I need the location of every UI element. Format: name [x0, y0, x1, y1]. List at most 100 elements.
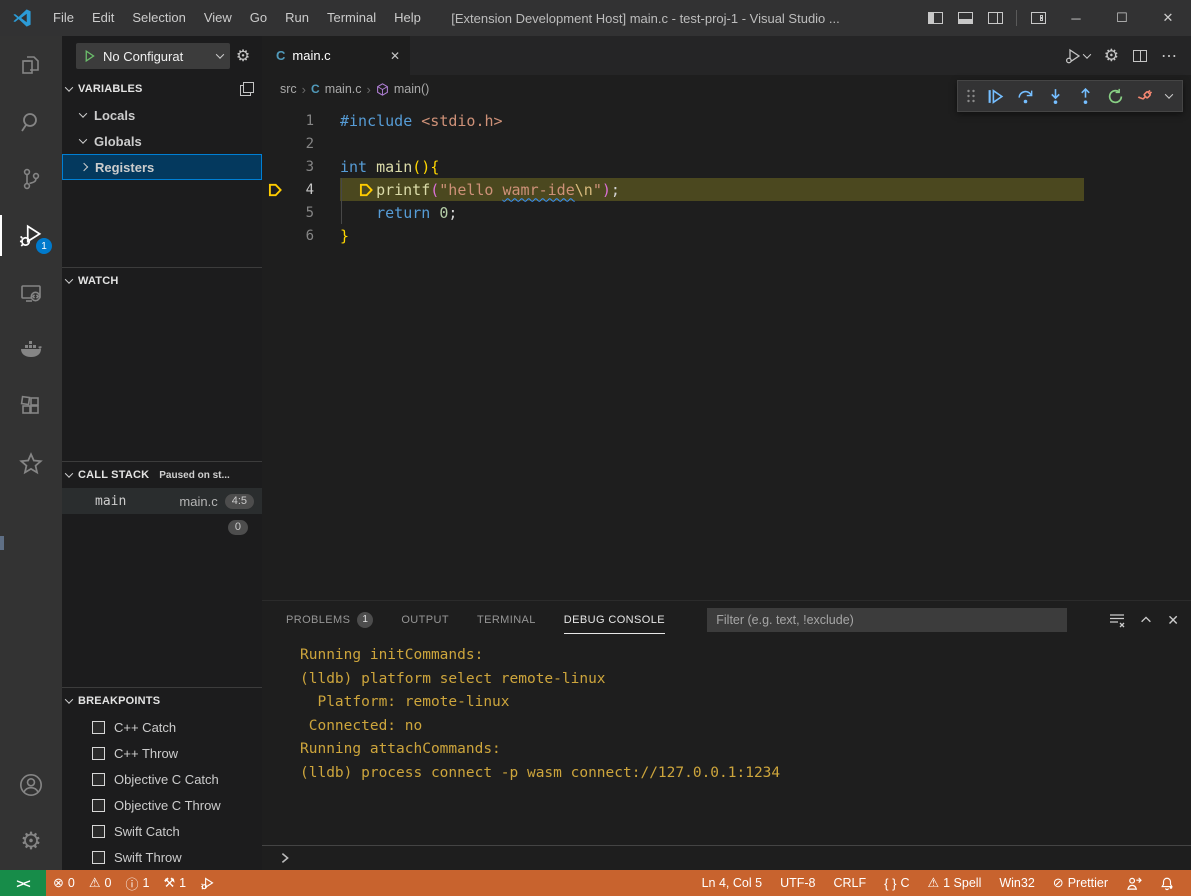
status-debug[interactable] — [193, 870, 222, 896]
clear-console-icon[interactable] — [1109, 612, 1125, 628]
continue-button[interactable] — [982, 83, 1008, 109]
debug-console-input[interactable] — [262, 845, 1191, 870]
variables-header[interactable]: VARIABLES — [62, 76, 262, 102]
variables-item-locals[interactable]: Locals — [62, 102, 262, 128]
watch-header[interactable]: WATCH — [62, 268, 262, 294]
breakpoint-checkbox[interactable] — [92, 747, 105, 760]
stack-frame-row[interactable]: main main.c 4:5 — [62, 488, 262, 514]
more-actions-icon[interactable]: ⋯ — [1161, 46, 1177, 66]
debug-current-frame-icon[interactable] — [262, 183, 288, 197]
breakpoints-header[interactable]: BREAKPOINTS — [62, 688, 262, 714]
step-into-button[interactable] — [1042, 83, 1068, 109]
code-line-5[interactable]: 5 return 0; — [262, 201, 1191, 224]
menu-help[interactable]: Help — [385, 0, 430, 36]
breakpoint-checkbox[interactable] — [92, 799, 105, 812]
menu-view[interactable]: View — [195, 0, 241, 36]
disconnect-button[interactable] — [1132, 83, 1158, 109]
launch-json-gear-icon[interactable]: ⚙ — [230, 46, 256, 66]
breakpoint-checkbox[interactable] — [92, 721, 105, 734]
maximize-button[interactable]: ☐ — [1099, 0, 1145, 36]
tab-close-icon[interactable]: ✕ — [390, 49, 400, 63]
panel-tab-terminal[interactable]: TERMINAL — [477, 601, 536, 639]
code-editor[interactable]: 1#include <stdio.h>23int main(){4 printf… — [262, 103, 1191, 600]
code-line-2[interactable]: 2 — [262, 132, 1191, 155]
copy-icon[interactable] — [240, 82, 254, 96]
breakpoint-row[interactable]: Objective C Throw — [62, 792, 262, 818]
toggle-panel-icon[interactable] — [950, 0, 980, 36]
breakpoint-row[interactable]: C++ Catch — [62, 714, 262, 740]
step-out-button[interactable] — [1072, 83, 1098, 109]
console-filter-input[interactable] — [708, 613, 1066, 627]
breakpoint-checkbox[interactable] — [92, 825, 105, 838]
code-line-1[interactable]: 1#include <stdio.h> — [262, 109, 1191, 132]
code-line-4[interactable]: 4 printf("hello wamr-ide\n"); — [262, 178, 1191, 201]
menu-run[interactable]: Run — [276, 0, 318, 36]
explorer-icon[interactable] — [0, 36, 62, 93]
search-icon[interactable] — [0, 93, 62, 150]
status-info[interactable]: ⓘ1 — [118, 870, 156, 896]
status-feedback[interactable] — [1117, 870, 1151, 896]
editor-gear-icon[interactable]: ⚙ — [1104, 47, 1119, 64]
menu-terminal[interactable]: Terminal — [318, 0, 385, 36]
toggle-sidebar-icon[interactable] — [920, 0, 950, 36]
menu-go[interactable]: Go — [241, 0, 276, 36]
star-extension-icon[interactable] — [0, 435, 62, 492]
thread-row[interactable]: 0 — [62, 514, 262, 540]
status-cursor-position[interactable]: Ln 4, Col 5 — [693, 870, 771, 896]
toolbar-gripper[interactable] — [964, 83, 978, 109]
status-notifications[interactable] — [1151, 870, 1183, 896]
panel-tab-problems[interactable]: PROBLEMS1 — [286, 601, 373, 639]
panel-tab-debug-console[interactable]: DEBUG CONSOLE — [564, 601, 665, 639]
source-control-icon[interactable] — [0, 150, 62, 207]
variables-item-globals[interactable]: Globals — [62, 128, 262, 154]
panel-tab-output[interactable]: OUTPUT — [401, 601, 449, 639]
close-button[interactable]: ✕ — [1145, 0, 1191, 36]
menu-edit[interactable]: Edit — [83, 0, 123, 36]
breakpoint-row[interactable]: Objective C Catch — [62, 766, 262, 792]
breakpoint-checkbox[interactable] — [92, 851, 105, 864]
toggle-secondary-sidebar-icon[interactable] — [980, 0, 1010, 36]
docker-icon[interactable] — [0, 321, 62, 378]
call-stack-header[interactable]: CALL STACK Paused on st... — [62, 462, 262, 488]
run-and-debug-icon[interactable]: 1 — [0, 207, 62, 264]
breakpoint-row[interactable]: Swift Throw — [62, 844, 262, 870]
step-over-button[interactable] — [1012, 83, 1038, 109]
remote-indicator[interactable]: >< — [0, 870, 46, 896]
code-line-3[interactable]: 3int main(){ — [262, 155, 1191, 178]
breakpoint-row[interactable]: C++ Throw — [62, 740, 262, 766]
inline-breakpoint-icon[interactable] — [359, 183, 374, 197]
launch-configuration-dropdown[interactable]: No Configurat — [76, 43, 230, 69]
extensions-icon[interactable] — [0, 378, 62, 435]
settings-gear-icon[interactable]: ⚙ — [0, 813, 62, 870]
start-debug-icon[interactable] — [83, 49, 96, 63]
accounts-icon[interactable] — [0, 756, 62, 813]
split-editor-icon[interactable] — [1133, 50, 1147, 62]
breadcrumb-symbol[interactable]: main() — [394, 82, 429, 96]
status-eol[interactable]: CRLF — [824, 870, 875, 896]
status-spell-status[interactable]: ⚠1 Spell — [918, 870, 990, 896]
status-prettier-status[interactable]: ⊘Prettier — [1044, 870, 1117, 896]
status-error[interactable]: ⊗0 — [46, 870, 82, 896]
maximize-panel-icon[interactable] — [1139, 613, 1153, 627]
breakpoint-row[interactable]: Swift Catch — [62, 818, 262, 844]
customize-layout-icon[interactable] — [1023, 0, 1053, 36]
menu-selection[interactable]: Selection — [123, 0, 194, 36]
minimize-button[interactable]: ─ — [1053, 0, 1099, 36]
remote-explorer-icon[interactable] — [0, 264, 62, 321]
status-platform[interactable]: Win32 — [990, 870, 1043, 896]
breadcrumb-folder[interactable]: src — [280, 82, 297, 96]
debug-session-dropdown-icon[interactable] — [1162, 83, 1176, 109]
status-language-mode[interactable]: { }C — [875, 870, 918, 896]
console-filter-box[interactable] — [707, 608, 1067, 632]
restart-button[interactable] — [1102, 83, 1128, 109]
code-line-6[interactable]: 6} — [262, 224, 1191, 247]
status-warning[interactable]: ⚠0 — [82, 870, 119, 896]
variables-item-registers[interactable]: Registers — [62, 154, 262, 180]
breadcrumb-file[interactable]: main.c — [325, 82, 362, 96]
breakpoint-checkbox[interactable] — [92, 773, 105, 786]
tab-main-c[interactable]: C main.c ✕ — [262, 36, 410, 75]
run-or-debug-button[interactable] — [1064, 47, 1090, 65]
menu-file[interactable]: File — [44, 0, 83, 36]
status-encoding[interactable]: UTF-8 — [771, 870, 824, 896]
close-panel-icon[interactable]: ✕ — [1167, 612, 1179, 629]
